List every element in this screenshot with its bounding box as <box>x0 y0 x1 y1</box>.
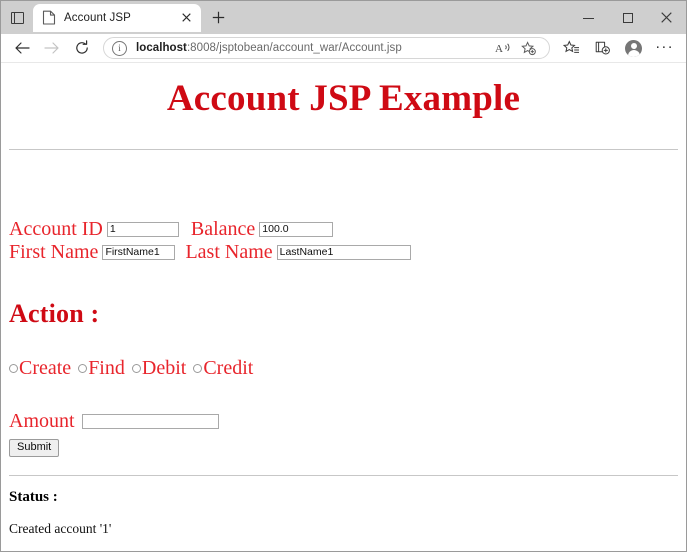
tab-title: Account JSP <box>64 11 131 24</box>
close-icon[interactable] <box>178 9 195 26</box>
radio-option-credit[interactable]: Credit <box>193 357 253 380</box>
page-icon <box>42 10 56 25</box>
first-name-input[interactable] <box>102 244 176 260</box>
address-bar-actions: A <box>491 37 541 59</box>
close-icon <box>661 12 672 23</box>
url-host: localhost <box>136 42 187 54</box>
minimize-icon <box>583 17 594 20</box>
radio-label: Find <box>88 357 125 379</box>
page-title: Account JSP Example <box>166 78 521 119</box>
favorites-icon <box>563 40 579 53</box>
vertical-tabs-button[interactable] <box>1 1 33 34</box>
amount-input[interactable] <box>81 414 219 429</box>
add-favorite-star-icon[interactable] <box>516 37 541 59</box>
browser-tab[interactable]: Account JSP <box>33 3 201 32</box>
top-divider <box>9 149 678 150</box>
settings-more-icon: ··· <box>655 37 674 55</box>
minimize-button[interactable] <box>569 1 608 34</box>
first-name-label: First Name <box>9 241 99 263</box>
radio-icon[interactable] <box>78 364 88 373</box>
action-heading: Action : <box>9 299 100 328</box>
settings-and-more-button[interactable]: ··· <box>649 35 680 61</box>
account-id-input[interactable] <box>106 221 179 237</box>
action-radio-group: Create Find Debit Credit <box>9 357 678 380</box>
status-divider-wrap <box>9 475 678 476</box>
browser-essentials-button[interactable] <box>587 35 618 61</box>
account-id-row: Account ID Balance <box>9 218 678 240</box>
toolbar-right: ··· <box>556 35 680 61</box>
tab-strip: Account JSP <box>1 1 686 34</box>
address-bar-url: localhost:8008/jsptobean/account_war/Acc… <box>136 42 402 54</box>
info-icon[interactable]: i <box>112 40 127 56</box>
radio-icon[interactable] <box>193 364 203 373</box>
last-name-input[interactable] <box>276 244 411 260</box>
radio-label: Debit <box>141 357 187 379</box>
status-heading: Status : <box>9 489 58 505</box>
radio-option-find[interactable]: Find <box>78 357 125 380</box>
favorites-button[interactable] <box>556 35 587 61</box>
balance-label: Balance <box>190 218 256 240</box>
browser-essentials-icon <box>595 41 610 55</box>
name-row: First Name Last Name <box>9 241 678 263</box>
reload-button[interactable] <box>67 35 97 61</box>
amount-label: Amount <box>9 410 75 432</box>
tab-strip-left: Account JSP <box>1 1 232 34</box>
account-fields: Account ID Balance First Name Last Name <box>9 218 678 263</box>
balance-input[interactable] <box>259 221 334 237</box>
maximize-icon <box>622 12 633 23</box>
browser-window: Account JSP i localhost:8008/jsptobean/a… <box>0 0 687 552</box>
vertical-tabs-icon <box>10 11 24 24</box>
forward-button[interactable] <box>37 35 67 61</box>
radio-label: Credit <box>203 357 254 379</box>
radio-icon[interactable] <box>131 364 141 373</box>
radio-option-debit[interactable]: Debit <box>131 357 187 380</box>
radio-option-create[interactable]: Create <box>9 357 71 380</box>
submit-button[interactable]: Submit <box>9 439 60 457</box>
maximize-button[interactable] <box>608 1 647 34</box>
window-controls <box>569 1 686 34</box>
status-message: Created account '1' <box>9 521 112 536</box>
forward-arrow-icon <box>44 42 59 54</box>
status-divider <box>9 475 678 476</box>
account-id-label: Account ID <box>9 218 103 240</box>
submit-row: Submit <box>9 437 678 457</box>
amount-row: Amount <box>9 410 678 433</box>
address-bar[interactable]: i localhost:8008/jsptobean/account_war/A… <box>103 37 550 59</box>
radio-icon[interactable] <box>9 364 18 373</box>
navigation-toolbar: i localhost:8008/jsptobean/account_war/A… <box>1 34 686 62</box>
profile-avatar-icon <box>625 39 642 57</box>
new-tab-button[interactable] <box>204 4 232 32</box>
account-jsp-page: Account JSP Example Account ID Balance F… <box>1 77 686 537</box>
last-name-label: Last Name <box>185 241 273 263</box>
url-path: :8008/jsptobean/account_war/Account.jsp <box>186 42 402 54</box>
close-window-button[interactable] <box>647 1 686 34</box>
radio-label: Create <box>19 357 72 379</box>
back-button[interactable] <box>7 35 37 61</box>
read-aloud-icon[interactable]: A <box>491 37 516 59</box>
page-viewport: Account JSP Example Account ID Balance F… <box>1 62 686 551</box>
reload-icon <box>76 40 88 54</box>
back-arrow-icon <box>15 42 30 54</box>
profile-button[interactable] <box>618 35 649 61</box>
svg-text:A: A <box>495 43 503 55</box>
